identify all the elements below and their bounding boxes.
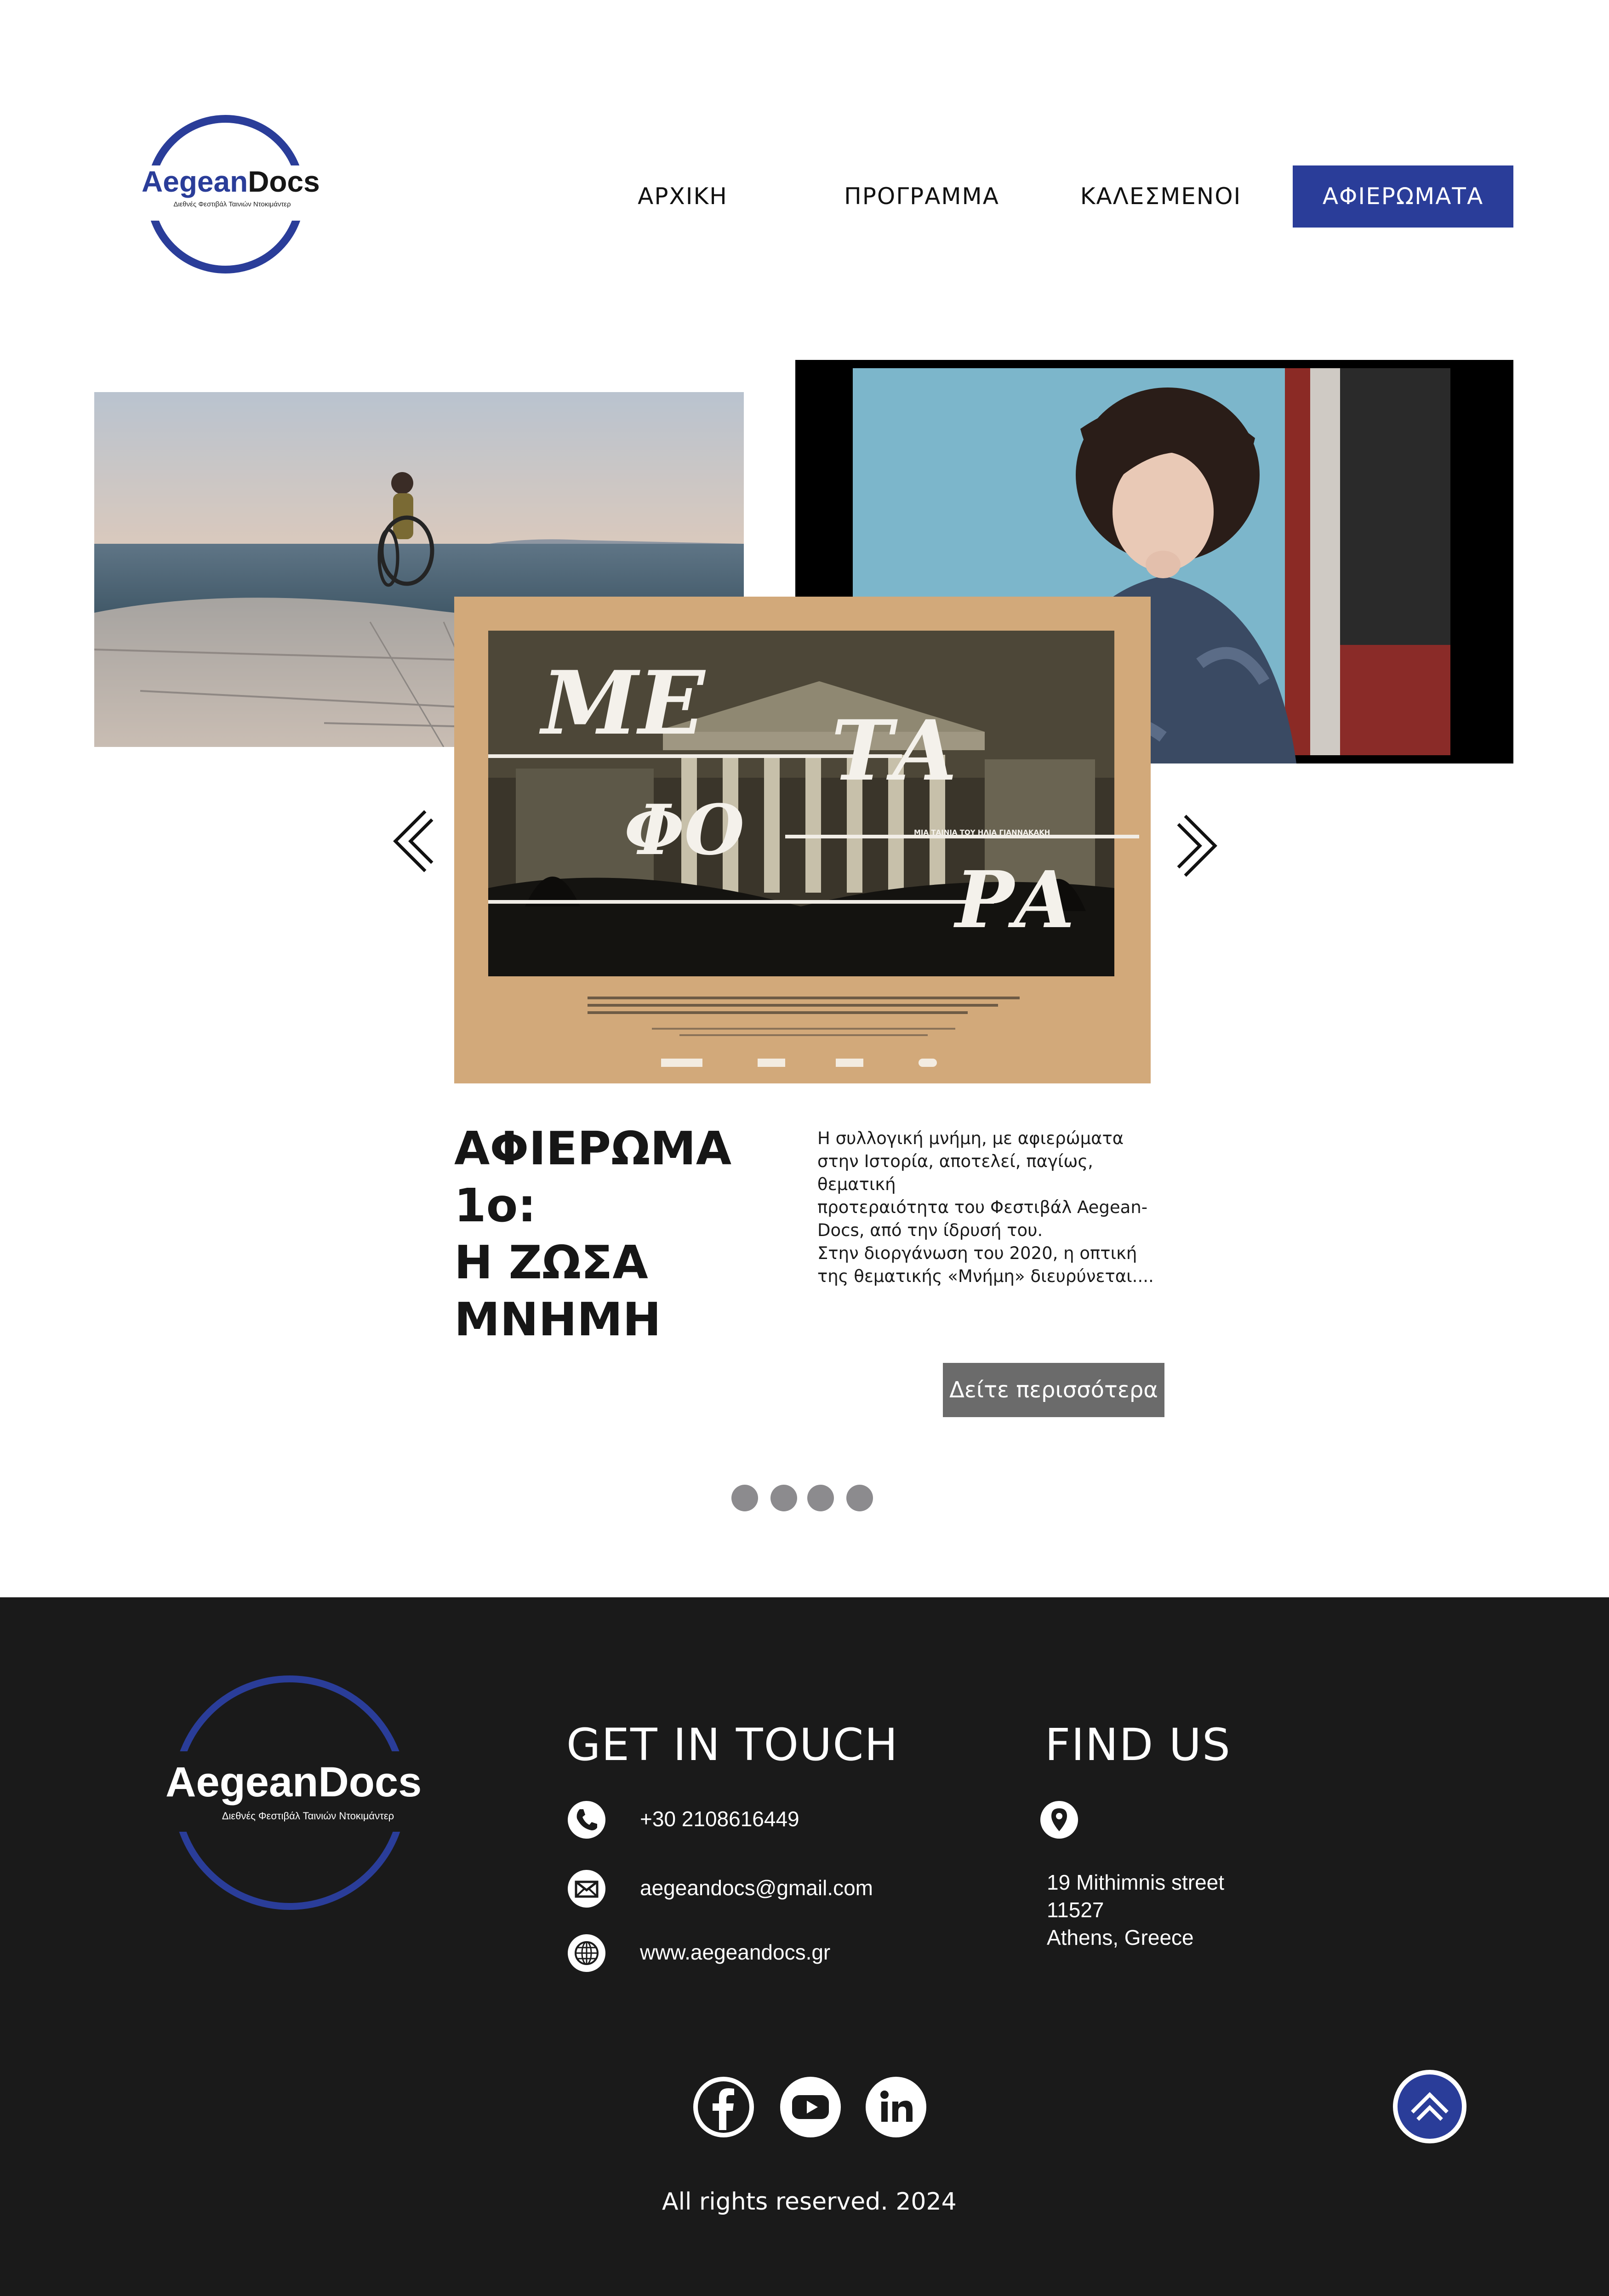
back-to-top-button[interactable] bbox=[1393, 2070, 1466, 2143]
pagination-dot[interactable] bbox=[770, 1485, 797, 1511]
feature-title-line-3: ΜΝΗΜΗ bbox=[454, 1293, 662, 1346]
feature-text-line: Στην διοργάνωση του 2020, η οπτική bbox=[817, 1243, 1137, 1263]
carousel-prev-button[interactable] bbox=[388, 807, 439, 876]
email-icon bbox=[568, 1870, 605, 1908]
feature-text-line: στην Ιστορία, αποτελεί, παγίως, bbox=[817, 1151, 1093, 1171]
poster-word-3: ΦΟ bbox=[624, 790, 745, 871]
chevron-right-icon bbox=[1177, 815, 1217, 877]
poster-word-4: ΡΑ bbox=[955, 854, 1075, 946]
address-line-1: 19 Mithimnis street bbox=[1047, 1870, 1225, 1894]
poster-tagline: ΜΙΑ ΤΑΙΝΙΑ ΤΟΥ ΗΛΙΑ ΓΙΑΝΝΑΚΑΚΗ bbox=[914, 828, 1050, 837]
facebook-link[interactable] bbox=[693, 2077, 754, 2137]
pagination-dot[interactable] bbox=[731, 1485, 758, 1511]
feature-title: ΑΦΙΕΡΩΜΑ 1ο: Η ΖΩΣΑ ΜΝΗΜΗ bbox=[454, 1120, 776, 1348]
featured-poster[interactable]: ΜΕ ΤΑ ΦΟ ΡΑ ΜΙΑ ΤΑΙΝΙΑ ΤΟΥ ΗΛΙΑ ΓΙΑΝΝΑΚΑ… bbox=[454, 597, 1151, 1083]
email-address[interactable]: aegeandocs@gmail.com bbox=[640, 1875, 873, 1900]
site-logo[interactable]: AegeanDocs Διεθνές Φεστιβάλ Ταινιών Ντοκ… bbox=[138, 115, 320, 280]
linkedin-link[interactable] bbox=[866, 2077, 926, 2137]
logo-subtitle: Διεθνές Φεστιβάλ Ταινιών Ντοκιμάντερ bbox=[173, 200, 291, 208]
footer-logo-text: AegeanDocs bbox=[165, 1759, 422, 1806]
nav-item-program[interactable]: ΠΡΟΓΡΑΜΜΑ bbox=[837, 165, 1007, 228]
poster-rule-3 bbox=[488, 900, 994, 904]
address-line-2: 11527 bbox=[1047, 1898, 1104, 1922]
phone-number[interactable]: +30 2108616449 bbox=[640, 1806, 799, 1831]
youtube-icon bbox=[792, 2095, 829, 2119]
feature-title-line-2: Η ΖΩΣΑ bbox=[454, 1236, 648, 1289]
website-link[interactable]: www.aegeandocs.gr bbox=[640, 1940, 830, 1965]
poster-sponsor-logos bbox=[661, 1059, 955, 1068]
pagination-dot[interactable] bbox=[846, 1485, 873, 1511]
facebook-icon bbox=[698, 2081, 749, 2133]
footer-logo-subtitle: Διεθνές Φεστιβάλ Ταινιών Ντοκιμάντερ bbox=[222, 1810, 394, 1822]
globe-icon bbox=[568, 1934, 605, 1972]
poster-word-2: ΤΑ bbox=[831, 702, 957, 799]
feature-title-line-1: ΑΦΙΕΡΩΜΑ 1ο: bbox=[454, 1122, 732, 1232]
feature-text-line: θεματική bbox=[817, 1174, 896, 1194]
feature-text-line: Η συλλογική μνήμη, με αφιερώματα bbox=[817, 1128, 1124, 1148]
copyright-text: All rights reserved. 2024 bbox=[662, 2188, 957, 2216]
feature-text-line: προτεραιότητα του Φεστιβάλ Aegean- bbox=[817, 1197, 1148, 1217]
nav-item-guests[interactable]: ΚΑΛΕΣΜΕΝΟΙ bbox=[1076, 165, 1246, 228]
address-line-3: Athens, Greece bbox=[1047, 1926, 1194, 1949]
nav-item-tributes[interactable]: ΑΦΙΕΡΩΜΑΤΑ bbox=[1293, 165, 1513, 228]
youtube-link[interactable] bbox=[780, 2077, 841, 2137]
feature-description: Η συλλογική μνήμη, με αφιερώματα στην Ισ… bbox=[817, 1127, 1176, 1288]
logo-wordmark: AegeanDocs bbox=[142, 165, 320, 199]
footer-logo[interactable]: AegeanDocs Διεθνές Φεστιβάλ Ταινιών Ντοκ… bbox=[165, 1675, 423, 1914]
phone-icon bbox=[568, 1801, 605, 1839]
chevron-left-icon bbox=[393, 810, 434, 872]
poster-word-1: ΜΕ bbox=[542, 652, 705, 754]
site-footer: AegeanDocs Διεθνές Φεστιβάλ Ταινιών Ντοκ… bbox=[0, 1597, 1609, 2296]
location-pin-icon bbox=[1040, 1801, 1078, 1839]
poster-credits bbox=[588, 997, 1020, 1036]
contact-heading: GET IN TOUCH bbox=[566, 1719, 899, 1771]
linkedin-icon bbox=[880, 2091, 913, 2122]
find-us-heading: FIND US bbox=[1045, 1719, 1231, 1771]
pagination-dot[interactable] bbox=[807, 1485, 834, 1511]
carousel-next-button[interactable] bbox=[1171, 811, 1222, 880]
address: 19 Mithimnis street 11527 Athens, Greece bbox=[1047, 1869, 1224, 1951]
see-more-button[interactable]: Δείτε περισσότερα bbox=[943, 1363, 1164, 1417]
feature-text-line: της θεματικής «Μνήμη» διευρύνεται.... bbox=[817, 1266, 1154, 1286]
logo-text-docs: Docs bbox=[248, 165, 320, 198]
logo-text-aegean: Aegean bbox=[142, 165, 248, 198]
chevron-up-icon bbox=[1411, 2092, 1449, 2121]
nav-item-home[interactable]: ΑΡΧΙΚΗ bbox=[611, 165, 754, 228]
feature-text-line: Docs, από την ίδρυσή του. bbox=[817, 1220, 1043, 1240]
